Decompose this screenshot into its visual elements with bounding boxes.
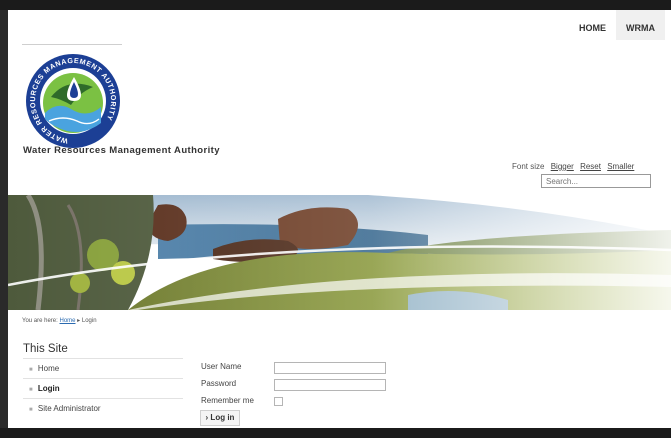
breadcrumb-prefix: You are here: [22,318,58,324]
sidebar-item-site-administrator[interactable]: ■ Site Administrator [23,398,183,418]
sidebar-item-home[interactable]: ■ Home [23,358,183,378]
sidebar-title: This Site [23,343,68,355]
header-banner-image [8,195,671,310]
window-frame-left [0,10,8,428]
sidebar-menu: ■ Home ■ Login ■ Site Administrator [23,358,183,418]
breadcrumb-separator-icon: ▸ [77,318,81,324]
font-size-controls: Font size Bigger Reset Smaller [512,162,634,171]
page: HOME WRMA WATER RESOURCES MANAGEMENT AUT… [8,10,671,428]
breadcrumb-current: Login [81,318,97,324]
bullet-icon: ■ [29,367,33,373]
logo-divider [22,44,122,45]
bullet-icon: ■ [29,387,33,393]
top-navigation: HOME WRMA [569,10,665,40]
remember-me-checkbox[interactable] [274,397,283,406]
topnav-wrma[interactable]: WRMA [616,10,665,40]
password-input[interactable] [274,379,386,391]
search-input[interactable] [541,174,651,188]
font-bigger-link[interactable]: Bigger [551,162,574,171]
password-label: Password [201,379,237,388]
sidebar-item-label: Home [37,364,60,373]
window-frame-top [0,0,671,10]
remember-me-label: Remember me [201,396,254,405]
sidebar-item-login[interactable]: ■ Login [23,378,183,398]
font-reset-link[interactable]: Reset [580,162,601,171]
font-smaller-link[interactable]: Smaller [607,162,634,171]
font-size-label: Font size [512,162,545,171]
breadcrumb: You are here: Home ▸ Login [22,317,97,324]
sidebar-item-label: Login [37,384,60,393]
topnav-home[interactable]: HOME [569,10,616,40]
bullet-icon: ■ [29,407,33,413]
window-frame-bottom [0,428,671,438]
breadcrumb-home-link[interactable]: Home [59,318,75,324]
sidebar-item-label: Site Administrator [37,404,101,413]
username-input[interactable] [274,362,386,374]
organization-name: Water Resources Management Authority [23,145,220,156]
login-button[interactable]: › Log in [200,410,240,426]
username-label: User Name [201,362,242,371]
wrma-logo[interactable]: WATER RESOURCES MANAGEMENT AUTHORITY [21,49,125,149]
